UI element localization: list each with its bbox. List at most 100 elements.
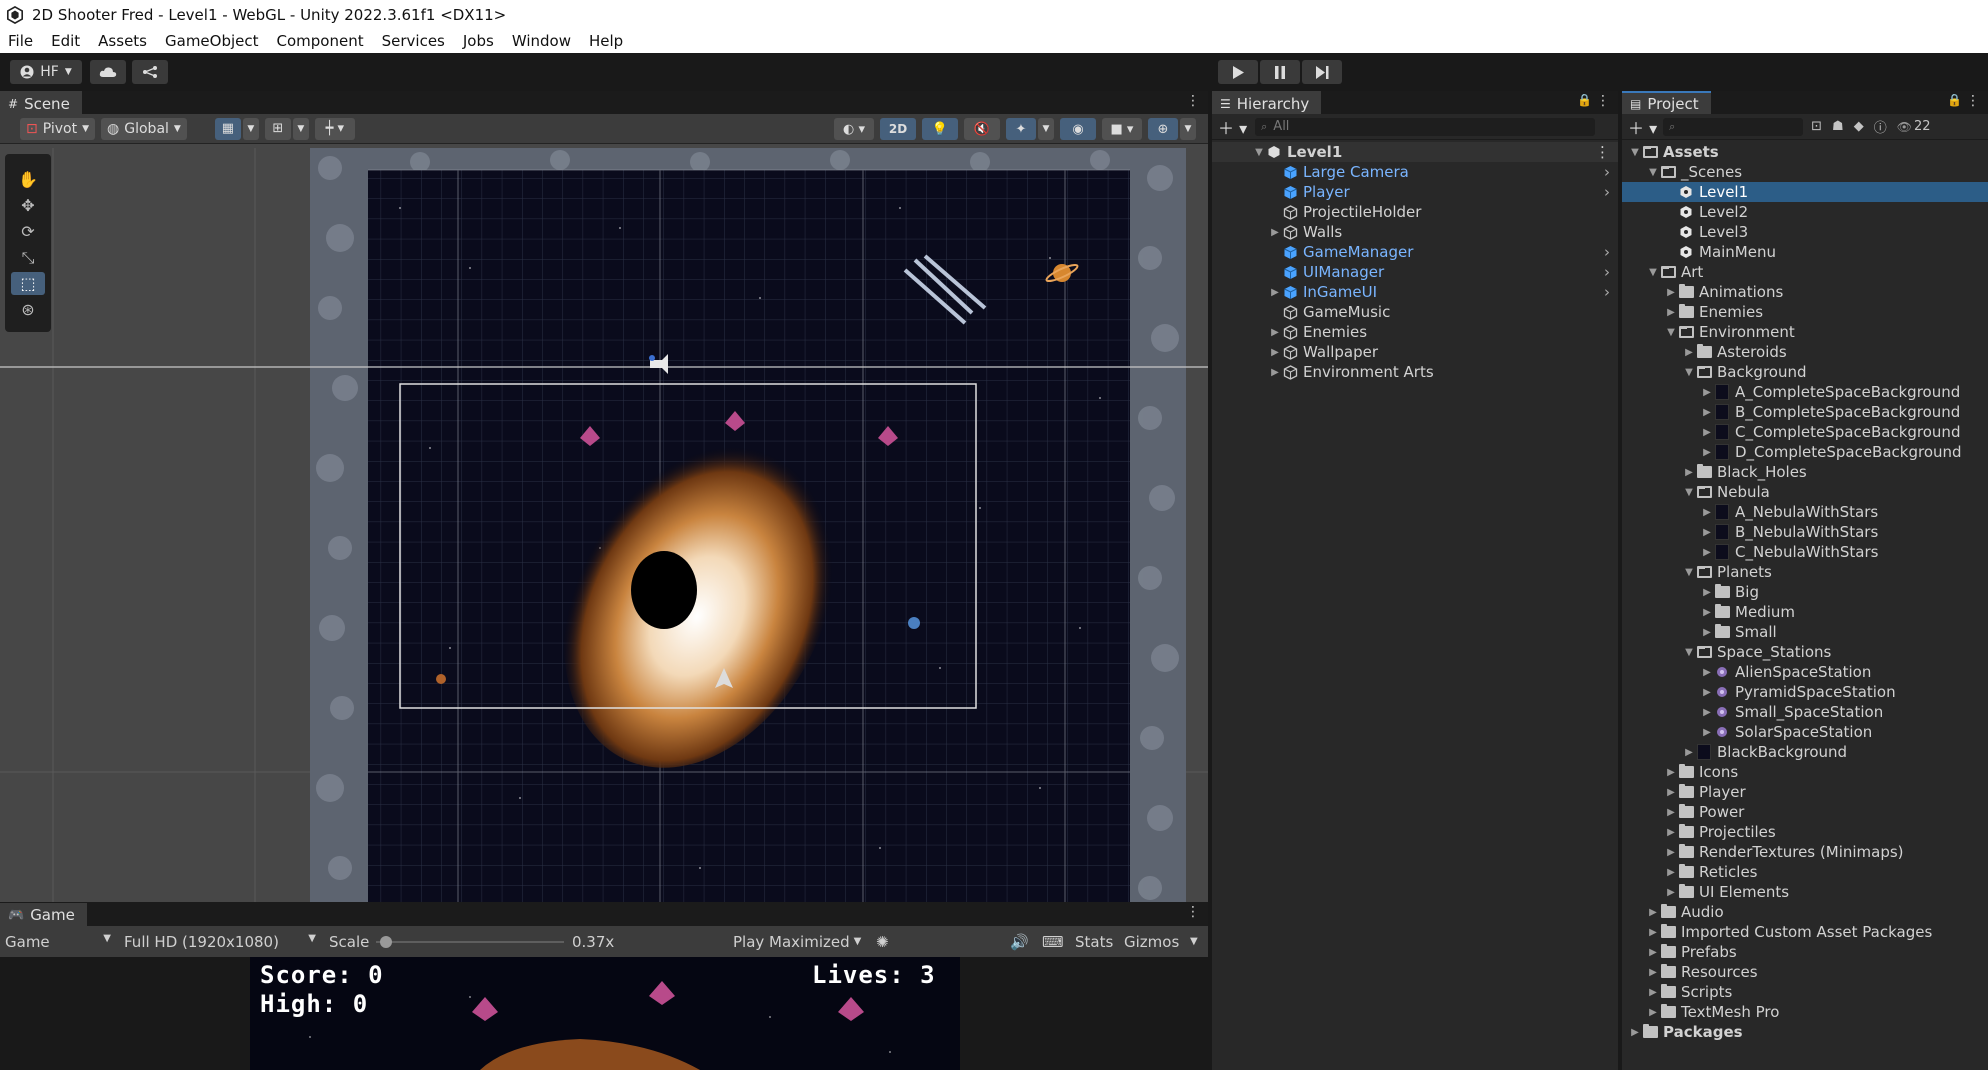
- kebab-menu-icon[interactable]: ⋮: [1186, 904, 1200, 920]
- project-tree-item[interactable]: ▶ Audio: [1622, 902, 1988, 922]
- hierarchy-item[interactable]: ▶ Enemies: [1212, 322, 1618, 342]
- move-tool[interactable]: ✥: [11, 194, 45, 217]
- grid-snap-dropdown[interactable]: ▼: [242, 117, 259, 140]
- chevron-right-icon[interactable]: ▶: [1664, 307, 1678, 318]
- chevron-right-icon[interactable]: ▶: [1664, 887, 1678, 898]
- mode-2d-button[interactable]: 2D: [880, 118, 916, 140]
- hidden-packages-icon[interactable]: 👁: [1897, 120, 1912, 134]
- chevron-right-icon[interactable]: ▶: [1664, 847, 1678, 858]
- speaker-icon[interactable]: 🔊: [1010, 933, 1029, 951]
- project-tree-item[interactable]: MainMenu: [1622, 242, 1988, 262]
- project-tree-item[interactable]: ▶ C_CompleteSpaceBackground: [1622, 422, 1988, 442]
- project-tree-item[interactable]: ▼ Background: [1622, 362, 1988, 382]
- play-mode-dropdown[interactable]: Play Maximized ▼: [733, 933, 861, 951]
- menu-edit[interactable]: Edit: [42, 32, 89, 50]
- project-tree-item[interactable]: ▶ Reticles: [1622, 862, 1988, 882]
- project-tree-item[interactable]: ▶ UI Elements: [1622, 882, 1988, 902]
- game-view[interactable]: Score: 0 High: 0 Lives: 3: [0, 957, 1208, 1070]
- draw-mode-dropdown[interactable]: ◐ ▾: [834, 118, 874, 140]
- project-tree-item[interactable]: ▶ Medium: [1622, 602, 1988, 622]
- transform-tool[interactable]: ⊛: [11, 298, 45, 321]
- project-tree-item[interactable]: ▶ BlackBackground: [1622, 742, 1988, 762]
- project-tree-item[interactable]: ▶ Animations: [1622, 282, 1988, 302]
- chevron-right-icon[interactable]: ›: [1604, 163, 1610, 181]
- hierarchy-item[interactable]: ▶ Wallpaper: [1212, 342, 1618, 362]
- project-tree-item[interactable]: ▶ Imported Custom Asset Packages: [1622, 922, 1988, 942]
- menu-component[interactable]: Component: [268, 32, 373, 50]
- effects-dropdown[interactable]: ▼: [1038, 118, 1054, 140]
- chevron-down-icon[interactable]: ▼: [1682, 567, 1696, 578]
- display-dropdown[interactable]: Game ▼: [5, 933, 111, 951]
- project-tree-item[interactable]: ▶ Small_SpaceStation: [1622, 702, 1988, 722]
- project-tree-item[interactable]: ▶ A_CompleteSpaceBackground: [1622, 382, 1988, 402]
- rect-tool[interactable]: ⬚: [11, 272, 45, 295]
- chevron-right-icon[interactable]: ▶: [1646, 1007, 1660, 1018]
- project-tree-item[interactable]: ▼ Assets: [1622, 142, 1988, 162]
- chevron-down-icon[interactable]: ▼: [1664, 327, 1678, 338]
- lock-icon[interactable]: 🔒: [1577, 93, 1592, 107]
- kebab-menu-icon[interactable]: ⋮: [1596, 93, 1610, 109]
- account-dropdown[interactable]: HF ▼: [10, 60, 82, 84]
- project-search-input[interactable]: ⌕: [1663, 117, 1804, 136]
- chevron-right-icon[interactable]: ▶: [1700, 727, 1714, 738]
- scene-visibility-toggle[interactable]: ◉: [1060, 118, 1096, 140]
- chevron-right-icon[interactable]: ›: [1604, 183, 1610, 201]
- chevron-right-icon[interactable]: ▶: [1646, 987, 1660, 998]
- tab-hierarchy[interactable]: ☰ Hierarchy: [1212, 91, 1322, 114]
- chevron-right-icon[interactable]: ▶: [1700, 387, 1714, 398]
- resolution-dropdown[interactable]: Full HD (1920x1080) ▼: [124, 933, 316, 951]
- bug-icon[interactable]: ✺: [876, 933, 889, 951]
- chevron-right-icon[interactable]: ›: [1604, 243, 1610, 261]
- chevron-right-icon[interactable]: ▶: [1700, 547, 1714, 558]
- search-by-label-icon[interactable]: ☗: [1832, 119, 1844, 134]
- chevron-down-icon[interactable]: ▼: [1252, 147, 1266, 158]
- chevron-right-icon[interactable]: ▶: [1664, 767, 1678, 778]
- chevron-right-icon[interactable]: ▶: [1664, 807, 1678, 818]
- chevron-down-icon[interactable]: ▼: [1190, 936, 1198, 947]
- chevron-right-icon[interactable]: ▶: [1682, 467, 1696, 478]
- step-button[interactable]: [1302, 60, 1342, 84]
- project-tree-item[interactable]: ▼ Nebula: [1622, 482, 1988, 502]
- project-tree-item[interactable]: ▼ Art: [1622, 262, 1988, 282]
- project-tree-item[interactable]: ▶ Projectiles: [1622, 822, 1988, 842]
- hierarchy-item[interactable]: GameMusic: [1212, 302, 1618, 322]
- menu-gameobject[interactable]: GameObject: [156, 32, 268, 50]
- scale-slider[interactable]: [376, 935, 564, 949]
- chevron-right-icon[interactable]: ▶: [1682, 747, 1696, 758]
- chevron-right-icon[interactable]: ▶: [1268, 347, 1282, 358]
- play-button[interactable]: [1218, 60, 1258, 84]
- project-tree-item[interactable]: ▶ Resources: [1622, 962, 1988, 982]
- project-tree-item[interactable]: ▶ Prefabs: [1622, 942, 1988, 962]
- project-tree-item[interactable]: ▶ Enemies: [1622, 302, 1988, 322]
- kebab-menu-icon[interactable]: ⋮: [1966, 93, 1980, 109]
- chevron-down-icon[interactable]: ▼: [1646, 167, 1660, 178]
- tag-icon[interactable]: ◆: [1854, 119, 1864, 134]
- chevron-right-icon[interactable]: ▶: [1700, 407, 1714, 418]
- increment-snap-button[interactable]: ┿ ▾: [314, 117, 355, 140]
- chevron-down-icon[interactable]: ▼: [1682, 367, 1696, 378]
- lighting-toggle[interactable]: 💡: [922, 118, 958, 140]
- project-tree-item[interactable]: ▶ Packages: [1622, 1022, 1988, 1042]
- menu-assets[interactable]: Assets: [89, 32, 156, 50]
- kebab-menu-icon[interactable]: ⋮: [1595, 143, 1610, 161]
- chevron-down-icon[interactable]: ▼: [1682, 647, 1696, 658]
- project-tree-item[interactable]: ▼ Space_Stations: [1622, 642, 1988, 662]
- chevron-right-icon[interactable]: ▶: [1646, 947, 1660, 958]
- keyboard-icon[interactable]: ⌨: [1042, 933, 1064, 951]
- grid-visibility-button[interactable]: ⊞: [264, 117, 291, 140]
- chevron-right-icon[interactable]: ▶: [1700, 607, 1714, 618]
- chevron-right-icon[interactable]: ▶: [1664, 827, 1678, 838]
- chevron-down-icon[interactable]: ▼: [1646, 267, 1660, 278]
- chevron-right-icon[interactable]: ▶: [1664, 287, 1678, 298]
- cloud-button[interactable]: [90, 60, 126, 84]
- chevron-right-icon[interactable]: ▶: [1268, 327, 1282, 338]
- project-tree-item[interactable]: ▼ Environment: [1622, 322, 1988, 342]
- chevron-right-icon[interactable]: ▶: [1646, 967, 1660, 978]
- menu-services[interactable]: Services: [373, 32, 454, 50]
- project-tree-item[interactable]: ▶ B_NebulaWithStars: [1622, 522, 1988, 542]
- tab-scene[interactable]: # Scene: [0, 91, 82, 114]
- gizmos-dropdown[interactable]: ▼: [1180, 118, 1196, 140]
- hierarchy-item[interactable]: GameManager ›: [1212, 242, 1618, 262]
- chevron-right-icon[interactable]: ▶: [1700, 627, 1714, 638]
- lock-icon[interactable]: 🔒: [1947, 93, 1962, 107]
